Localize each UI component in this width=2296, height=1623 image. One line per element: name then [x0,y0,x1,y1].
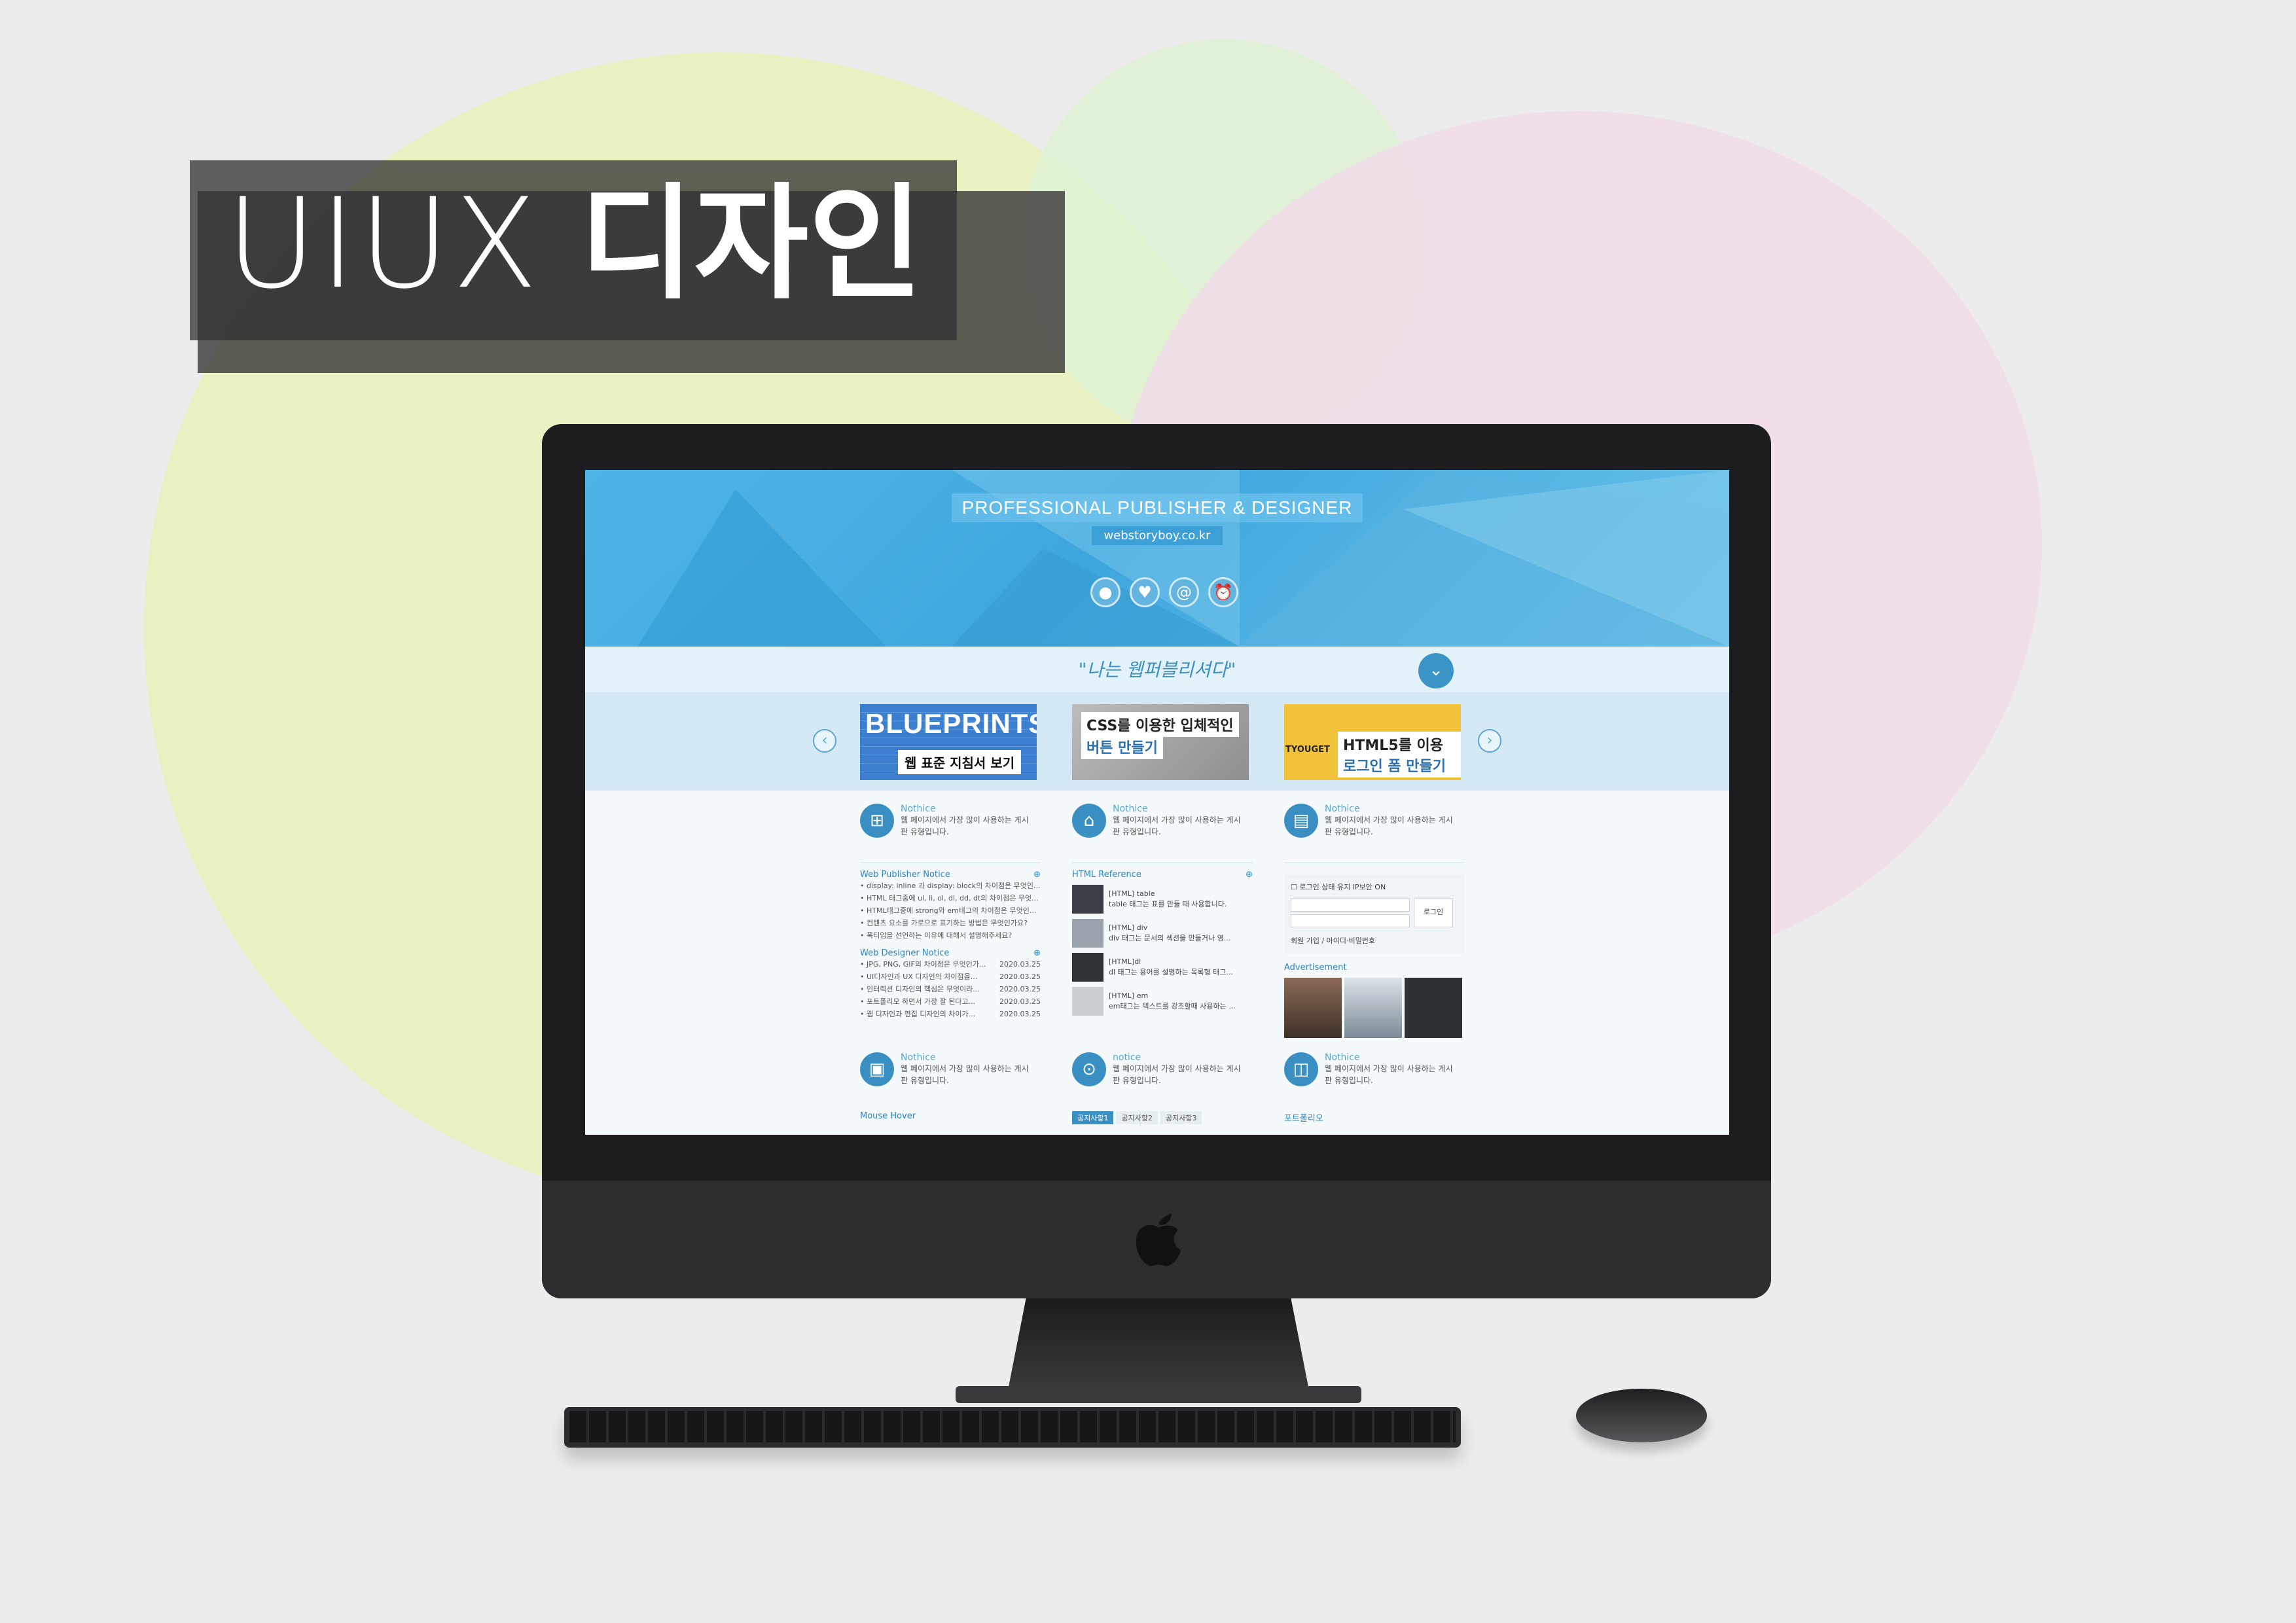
banner-tag: TYOUGET [1285,745,1330,755]
banner-subtitle: 버튼 만들기 [1081,734,1163,759]
banner-slider: ‹ BLUEPRINTS 웹 표준 지침서 보기 CSS를 이용한 입체적인 버… [585,692,1729,791]
poster-title-ko: 디자인 [579,171,924,316]
notice-column-1: ⊞ Nothice 웹 페이지에서 가장 많이 사용하는 게시판 유형입니다. … [860,804,1041,1020]
ad-image[interactable] [1405,978,1462,1038]
board-icon: ⊞ [860,804,894,838]
column-title: notice [1113,1052,1141,1063]
section-title[interactable]: Mouse Hover [860,1111,916,1121]
column-title: Nothice [901,1052,936,1063]
camera-icon: ⊙ [1072,1052,1106,1086]
section-title[interactable]: Web Publisher Notice [860,870,950,880]
column-desc: 웹 페이지에서 가장 많이 사용하는 게시판 유형입니다. [1325,815,1453,836]
plus-icon[interactable]: ⊕ [1033,870,1041,880]
banner-css-button[interactable]: CSS를 이용한 입체적인 버튼 만들기 [1072,704,1249,780]
plus-icon[interactable]: ⊕ [1246,870,1253,880]
mouse [1576,1389,1707,1442]
alarm-icon[interactable]: ⏰ [1208,577,1238,607]
thumbnail [1072,919,1103,948]
thumbnail [1072,953,1103,982]
list-item[interactable]: • 웹 디자인과 편집 디자인의 차이가... 2020.03.25 [860,1008,1041,1020]
thumbnail [1072,885,1103,914]
poster-title: UIUX 디자인 [226,182,923,306]
imac-stand [1008,1298,1309,1390]
ad-images [1284,978,1465,1038]
chevron-right-icon[interactable]: › [1478,729,1501,753]
email-icon[interactable]: @ [1169,577,1199,607]
list-item[interactable]: • display: inline 과 display: block의 차이점은… [860,880,1041,892]
hero-title: PROFESSIONAL PUBLISHER & DESIGNER [951,493,1363,522]
ad-image[interactable] [1344,978,1402,1038]
banner-title: BLUEPRINTS [865,708,1037,739]
imac-stand-base [956,1386,1361,1403]
list-item[interactable]: • 폭티입을 선언하는 이유에 대해서 설명해주세요? [860,929,1041,942]
section-title[interactable]: Web Designer Notice [860,948,949,958]
poster-title-en: UIUX [226,171,541,316]
login-button[interactable]: 로그인 [1414,899,1453,927]
reference-item[interactable]: [HTML] table table 태그는 표를 만들 때 사용합니다. [1072,885,1253,914]
reference-item[interactable]: [HTML] div div 태그는 문서의 섹션을 만들거나 영... [1072,919,1253,948]
chevron-left-icon[interactable]: ‹ [813,729,836,753]
chart-icon: ▤ [1284,804,1318,838]
list-item[interactable]: • 인터렉션 디자인의 핵심은 무엇이라... 2020.03.25 [860,983,1041,995]
hero-icon-row: ● ♥ @ ⏰ [1090,577,1238,607]
tab-notice-1[interactable]: 공지사항1 [1072,1111,1114,1124]
login-keep-checkbox[interactable]: ☐ 로그인 상태 유지 IP보안 ON [1291,882,1458,892]
tab-bar: 공지사항1 공지사항2 공지사항3 [1072,1111,1253,1124]
apple-logo-icon [1136,1213,1181,1266]
notice-column-4: ▣ Nothice 웹 페이지에서 가장 많이 사용하는 게시판 유형입니다. … [860,1052,1041,1121]
ad-image[interactable] [1284,978,1342,1038]
list-item[interactable]: • HTML 태그중에 ul, li, ol, dl, dd, dt의 차이점은… [860,892,1041,904]
list-item[interactable]: • JPG, PNG, GIF의 차이점은 무엇인가... 2020.03.25 [860,958,1041,971]
list-item[interactable]: • HTML태그중에 strong와 em태그의 차이점은 무엇인... [860,904,1041,917]
plus-icon[interactable]: ⊕ [1033,948,1041,958]
banner-html5-login[interactable]: TYOUGET HTML5를 이용한 로그인 폼 만들기 [1284,704,1461,780]
login-links[interactable]: 회원 가입 / 아이디·비밀번호 [1291,935,1375,946]
quote-text: "나는 웹퍼블리셔다" [1078,659,1236,681]
notice-column-5: ⊙ notice 웹 페이지에서 가장 많이 사용하는 게시판 유형입니다. 공… [1072,1052,1253,1124]
password-input[interactable] [1291,914,1410,927]
list-item[interactable]: • 컨텐츠 요소를 가로으로 표기하는 방법은 무엇인가요? [860,917,1041,929]
tab-notice-2[interactable]: 공지사항2 [1116,1111,1158,1124]
hero-header: PROFESSIONAL PUBLISHER & DESIGNER websto… [585,470,1729,647]
column-desc: 웹 페이지에서 가장 많이 사용하는 게시판 유형입니다. [1113,815,1241,836]
banner-subtitle: 웹 표준 지침서 보기 [898,750,1022,774]
screen: PROFESSIONAL PUBLISHER & DESIGNER websto… [585,470,1729,1135]
ad-title: Advertisement [1284,963,1347,972]
column-desc: 웹 페이지에서 가장 많이 사용하는 게시판 유형입니다. [901,1064,1029,1085]
reference-item[interactable]: [HTML]dl dl 태그는 용어를 설명하는 목록형 태그... [1072,953,1253,982]
section-title[interactable]: 포트폴리오 [1284,1111,1323,1124]
login-box: ☐ 로그인 상태 유지 IP보안 ON 로그인 회원 가입 / 아이디·비밀번호 [1284,875,1465,954]
column-title: Nothice [1325,1052,1360,1063]
notice-column-3: ▤ Nothice 웹 페이지에서 가장 많이 사용하는 게시판 유형입니다. … [1284,804,1465,1038]
notice-column-2: ⌂ Nothice 웹 페이지에서 가장 많이 사용하는 게시판 유형입니다. … [1072,804,1253,1016]
thumbnail [1072,987,1103,1016]
column-desc: 웹 페이지에서 가장 많이 사용하는 게시판 유형입니다. [1325,1064,1453,1085]
tab-notice-3[interactable]: 공지사항3 [1160,1111,1202,1124]
banner-subtitle: 로그인 폼 만들기 [1338,753,1451,777]
heart-icon[interactable]: ♥ [1130,577,1160,607]
column-title: Nothice [1113,804,1148,814]
column-title: Nothice [1325,804,1360,814]
reference-item[interactable]: [HTML] em em태그는 텍스트를 강조할때 사용하는 ... [1072,987,1253,1016]
section-title[interactable]: HTML Reference [1072,870,1141,880]
quote-bar: "나는 웹퍼블리셔다" ⌄ [585,647,1729,692]
gallery-icon: ◫ [1284,1052,1318,1086]
list-item[interactable]: • 포트폴리오 하면서 가장 잘 된다고... 2020.03.25 [860,995,1041,1008]
devices-icon: ▣ [860,1052,894,1086]
keyboard [564,1407,1461,1448]
hero-domain[interactable]: webstoryboy.co.kr [1092,526,1223,545]
banner-blueprints[interactable]: BLUEPRINTS 웹 표준 지침서 보기 [860,704,1037,780]
column-desc: 웹 페이지에서 가장 많이 사용하는 게시판 유형입니다. [1113,1064,1241,1085]
column-title: Nothice [901,804,936,814]
id-input[interactable] [1291,899,1410,912]
image-board-icon: ⌂ [1072,804,1106,838]
chevron-down-icon[interactable]: ⌄ [1418,653,1454,688]
notice-column-6: ◫ Nothice 웹 페이지에서 가장 많이 사용하는 게시판 유형입니다. … [1284,1052,1465,1124]
column-desc: 웹 페이지에서 가장 많이 사용하는 게시판 유형입니다. [901,815,1029,836]
list-item[interactable]: • UI디자인과 UX 디자인의 차이점을... 2020.03.25 [860,971,1041,983]
banner-title: CSS를 이용한 입체적인 [1081,712,1239,737]
record-icon[interactable]: ● [1090,577,1121,607]
